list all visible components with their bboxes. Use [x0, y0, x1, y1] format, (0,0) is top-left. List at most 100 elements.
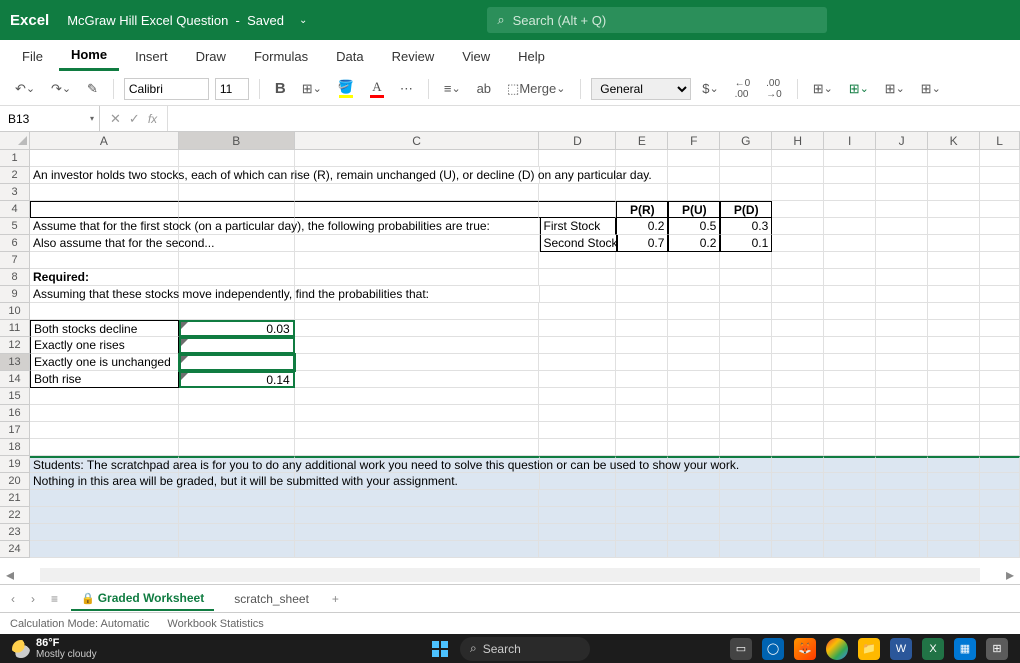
cell-I4[interactable] [824, 201, 876, 218]
row-header-19[interactable]: 19 [0, 456, 30, 473]
cell-J22[interactable] [876, 507, 928, 524]
sheet-tab-scratch[interactable]: scratch_sheet [224, 588, 319, 610]
cancel-formula-icon[interactable]: ✕ [110, 111, 121, 127]
cell-styles-button[interactable]: ⊞⌄ [880, 79, 910, 99]
cell-A11[interactable]: Both stocks decline [30, 320, 179, 337]
cell-F13[interactable] [668, 354, 720, 371]
cell-F10[interactable] [668, 303, 720, 320]
cell-D17[interactable] [539, 422, 616, 439]
cell-C7[interactable] [295, 252, 540, 269]
cell-H19[interactable] [772, 456, 824, 473]
name-box[interactable]: B13▾ [0, 106, 100, 131]
bold-button[interactable]: B [270, 78, 291, 99]
redo-button[interactable]: ↷⌄ [46, 79, 76, 99]
sheet-nav-prev[interactable]: ‹ [8, 592, 18, 606]
cell-H13[interactable] [772, 354, 824, 371]
cell-B13[interactable] [179, 354, 295, 371]
cell-K24[interactable] [928, 541, 980, 558]
cell-A8[interactable]: Required: [30, 269, 179, 286]
cell-I12[interactable] [824, 337, 876, 354]
firefox-icon[interactable]: 🦊 [794, 638, 816, 660]
sheet-list-button[interactable]: ≡ [48, 592, 61, 606]
start-button[interactable] [430, 639, 450, 659]
cell-H7[interactable] [772, 252, 824, 269]
cell-G1[interactable] [720, 150, 772, 167]
cell-G24[interactable] [720, 541, 772, 558]
fill-color-button[interactable]: 🪣 [333, 77, 359, 100]
cell-G13[interactable] [720, 354, 772, 371]
cell-F9[interactable] [668, 286, 720, 303]
cell-A2[interactable]: An investor holds two stocks, each of wh… [30, 167, 179, 184]
cell-I1[interactable] [824, 150, 876, 167]
cell-C12[interactable] [295, 337, 540, 354]
row-header-13[interactable]: 13 [0, 354, 30, 371]
cell-C24[interactable] [295, 541, 540, 558]
cell-I6[interactable] [824, 235, 876, 252]
doc-name[interactable]: McGraw Hill Excel Question - Saved [67, 13, 284, 28]
cell-B7[interactable] [179, 252, 295, 269]
grid-scroll[interactable]: A B C D E F G H I J K L 12An investor ho… [0, 132, 1020, 566]
cell-J13[interactable] [876, 354, 928, 371]
cell-A16[interactable] [30, 405, 179, 422]
cell-B3[interactable] [179, 184, 295, 201]
cell-H10[interactable] [772, 303, 824, 320]
increase-decimal-button[interactable]: ←0.00 [730, 76, 756, 102]
cell-I24[interactable] [824, 541, 876, 558]
cell-C23[interactable] [295, 524, 540, 541]
cell-J23[interactable] [876, 524, 928, 541]
cell-A24[interactable] [30, 541, 179, 558]
row-header-18[interactable]: 18 [0, 439, 30, 456]
cell-L12[interactable] [980, 337, 1020, 354]
cell-H2[interactable] [772, 167, 824, 184]
cell-I16[interactable] [824, 405, 876, 422]
search-box[interactable]: ⌕ Search (Alt + Q) [487, 7, 827, 33]
cell-I10[interactable] [824, 303, 876, 320]
cell-C4[interactable] [295, 201, 540, 218]
cell-L19[interactable] [980, 456, 1020, 473]
row-header-2[interactable]: 2 [0, 167, 30, 184]
cell-D3[interactable] [539, 184, 616, 201]
cell-G23[interactable] [720, 524, 772, 541]
cell-J4[interactable] [876, 201, 928, 218]
cell-I3[interactable] [824, 184, 876, 201]
col-header-D[interactable]: D [539, 132, 616, 150]
cell-F20[interactable] [668, 473, 720, 490]
cell-E10[interactable] [616, 303, 668, 320]
cell-F6[interactable]: 0.2 [668, 235, 720, 252]
cell-G16[interactable] [720, 405, 772, 422]
cell-H21[interactable] [772, 490, 824, 507]
cell-D24[interactable] [539, 541, 616, 558]
cell-A9[interactable]: Assuming that these stocks move independ… [30, 286, 179, 303]
tab-review[interactable]: Review [380, 43, 447, 70]
cell-K14[interactable] [928, 371, 980, 388]
cell-A13[interactable]: Exactly one is unchanged [30, 354, 179, 371]
cell-D18[interactable] [539, 439, 616, 456]
col-header-F[interactable]: F [668, 132, 720, 150]
row-header-9[interactable]: 9 [0, 286, 30, 303]
cell-I20[interactable] [824, 473, 876, 490]
cell-H1[interactable] [772, 150, 824, 167]
cell-I18[interactable] [824, 439, 876, 456]
row-header-7[interactable]: 7 [0, 252, 30, 269]
cell-C21[interactable] [295, 490, 540, 507]
cell-L3[interactable] [980, 184, 1020, 201]
excel-icon[interactable]: X [922, 638, 944, 660]
chrome-icon[interactable] [826, 638, 848, 660]
cell-J24[interactable] [876, 541, 928, 558]
cell-E16[interactable] [616, 405, 668, 422]
cell-B24[interactable] [179, 541, 295, 558]
cell-B1[interactable] [179, 150, 295, 167]
cell-G7[interactable] [720, 252, 772, 269]
col-header-E[interactable]: E [616, 132, 668, 150]
cell-K7[interactable] [928, 252, 980, 269]
cell-L23[interactable] [980, 524, 1020, 541]
cell-H22[interactable] [772, 507, 824, 524]
cell-G17[interactable] [720, 422, 772, 439]
cell-E14[interactable] [616, 371, 668, 388]
cell-B16[interactable] [179, 405, 295, 422]
merge-button[interactable]: ⬚ Merge ⌄ [502, 79, 570, 99]
cell-G14[interactable] [720, 371, 772, 388]
font-size-select[interactable] [215, 78, 249, 100]
cell-H17[interactable] [772, 422, 824, 439]
cell-E18[interactable] [616, 439, 668, 456]
